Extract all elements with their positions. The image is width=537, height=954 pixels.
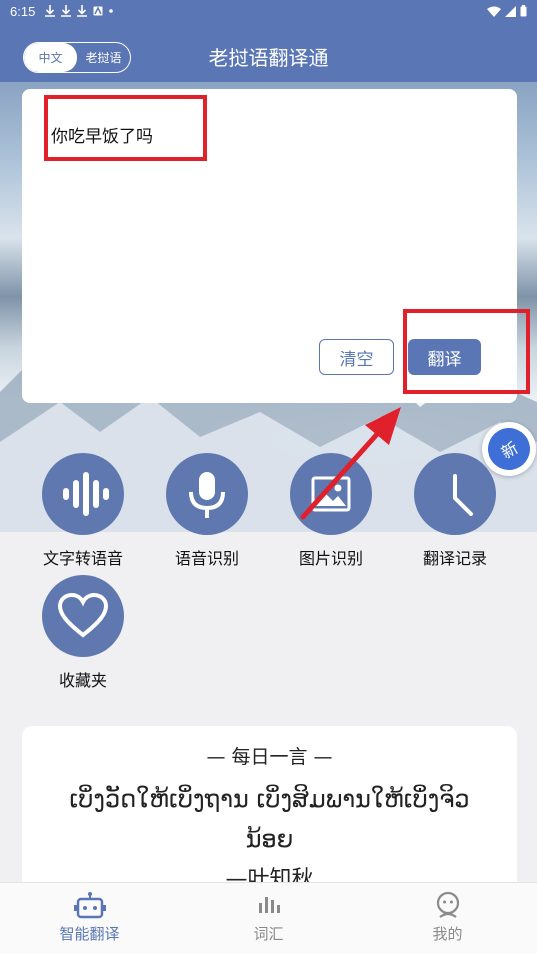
notification-icons: [45, 5, 114, 17]
app-notification-icon: [93, 6, 103, 16]
feature-label: 收藏夹: [58, 671, 107, 690]
wifi-icon: [487, 6, 501, 17]
status-time: 6:15: [10, 3, 36, 19]
dot-icon: [109, 9, 114, 13]
tab-vocabulary[interactable]: 词汇: [179, 883, 358, 954]
download-icon: [45, 5, 56, 17]
feature-favorites[interactable]: 收藏夹: [33, 575, 133, 691]
feature-label: 翻译记录: [422, 549, 487, 568]
heart-icon: [42, 575, 124, 657]
feature-voice-recognition[interactable]: 语音识别: [157, 453, 257, 569]
quote-text: ເບິ່ງວັດໃຫ້ເບິ່ງຖານ ເບິ່ງສິມພານໃຫ້ເບິ່ງຈ…: [69, 785, 470, 853]
app-header: 中文 老挝语 老挝语翻译通: [0, 22, 537, 82]
robot-icon: [73, 892, 106, 919]
download-icon: [61, 5, 72, 17]
bars-icon: [258, 897, 280, 913]
highlight-box-translate: [403, 309, 530, 394]
feature-label: 语音识别: [174, 549, 239, 568]
microphone-icon: [166, 453, 248, 535]
tab-label: 智能翻译: [59, 925, 120, 943]
signal-icon: [505, 5, 516, 17]
tab-label: 我的: [432, 925, 463, 943]
quote-title: — 每日一言 —: [206, 746, 333, 768]
clear-button[interactable]: 清空: [319, 339, 394, 375]
feature-translation-history[interactable]: 翻译记录: [405, 453, 505, 569]
download-icon: [77, 5, 88, 17]
feature-label: 图片识别: [298, 549, 363, 568]
feature-label: 文字转语音: [42, 549, 123, 568]
tab-profile[interactable]: 我的: [358, 883, 537, 954]
tab-smart-translate[interactable]: 智能翻译: [0, 883, 179, 954]
annotation-arrow: [300, 407, 401, 520]
tab-label: 词汇: [253, 925, 284, 943]
app-title: 老挝语翻译通: [208, 46, 329, 70]
daily-quote-card: — 每日一言 — ເບິ່ງວັດໃຫ້ເບິ່ງຖານ ເບິ່ງສິມພານ…: [22, 726, 517, 896]
status-bar: 6:15: [0, 0, 537, 22]
user-face-icon: [436, 891, 459, 918]
waveform-icon: [42, 453, 124, 535]
feature-text-to-speech[interactable]: 文字转语音: [33, 453, 133, 569]
highlight-box-input: [44, 95, 207, 161]
clock-icon: [414, 453, 496, 535]
battery-icon: [520, 5, 527, 17]
bottom-tab-bar: 智能翻译 词汇 我的: [0, 882, 537, 954]
